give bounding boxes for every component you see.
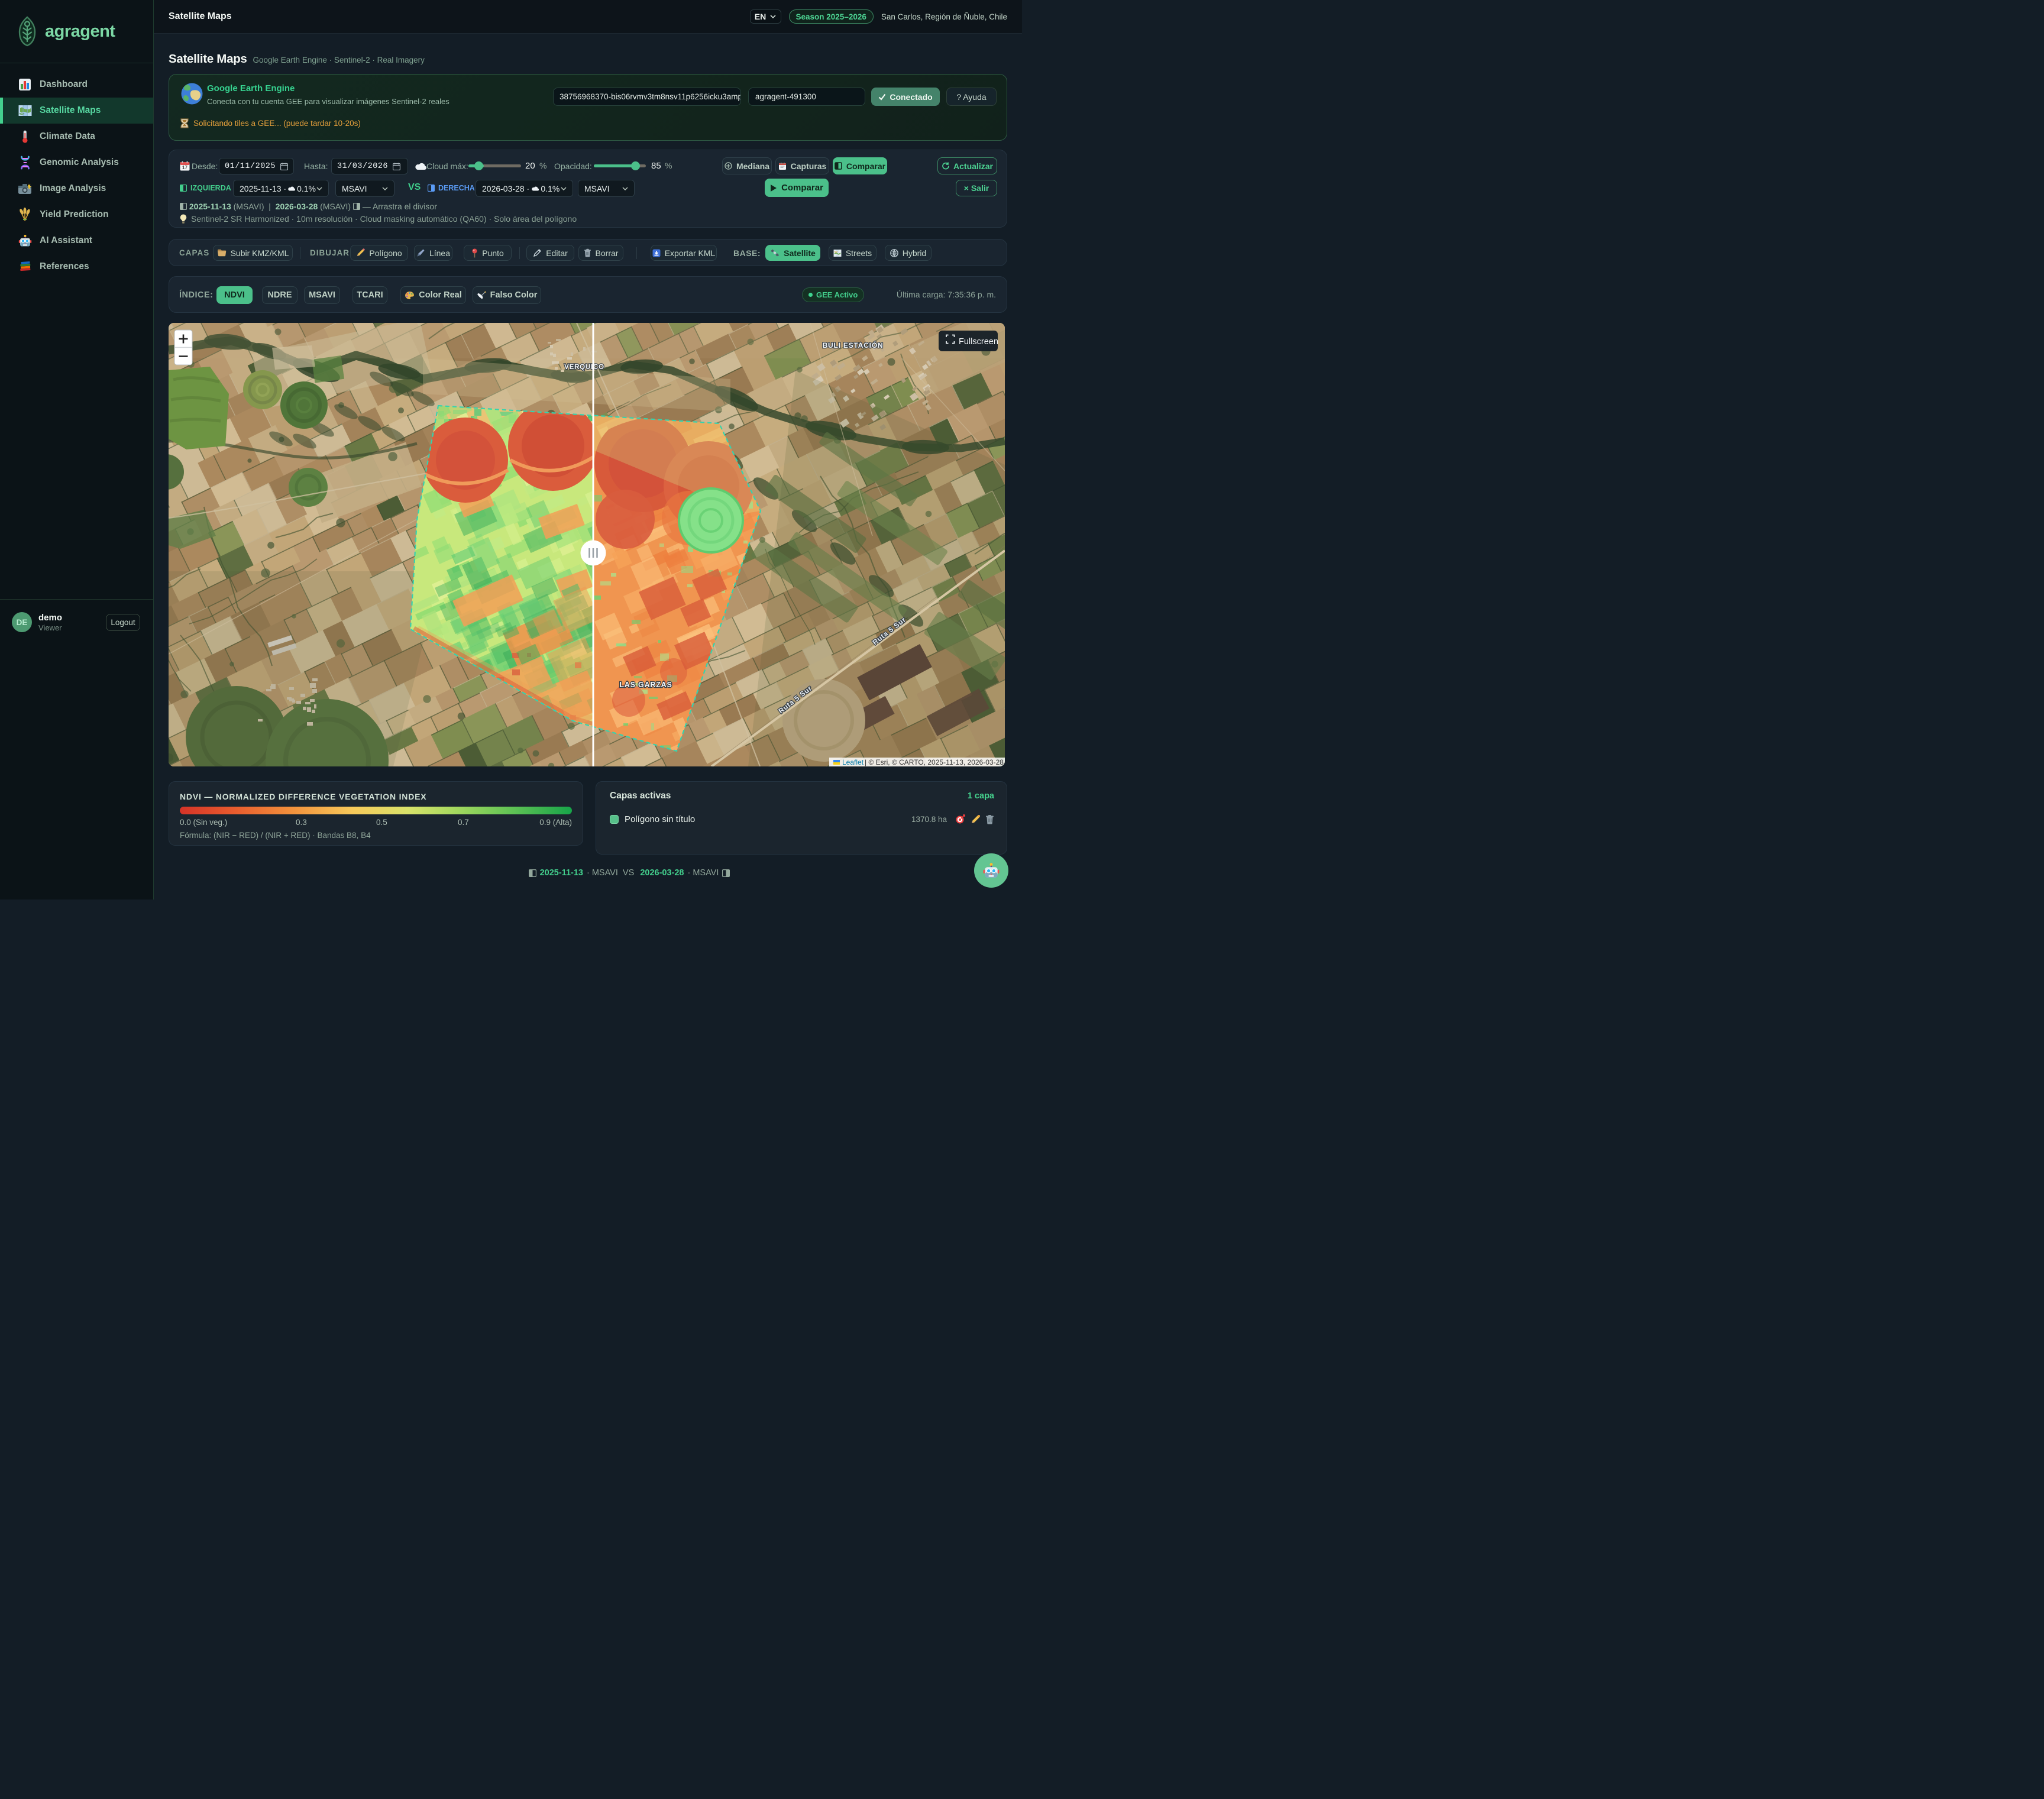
svg-text:LAS GARZAS: LAS GARZAS bbox=[619, 681, 672, 689]
svg-text:17: 17 bbox=[182, 165, 187, 170]
svg-text:VERQUICO: VERQUICO bbox=[564, 364, 604, 371]
svg-text:BULI ESTACIÓN: BULI ESTACIÓN bbox=[823, 341, 884, 350]
svg-text:| © Esri, © CARTO, 2025-11-13,: | © Esri, © CARTO, 2025-11-13, 2026-03-2… bbox=[865, 758, 1004, 766]
svg-text:Leaflet: Leaflet bbox=[842, 758, 864, 766]
svg-text:Fullscreen: Fullscreen bbox=[959, 337, 998, 347]
